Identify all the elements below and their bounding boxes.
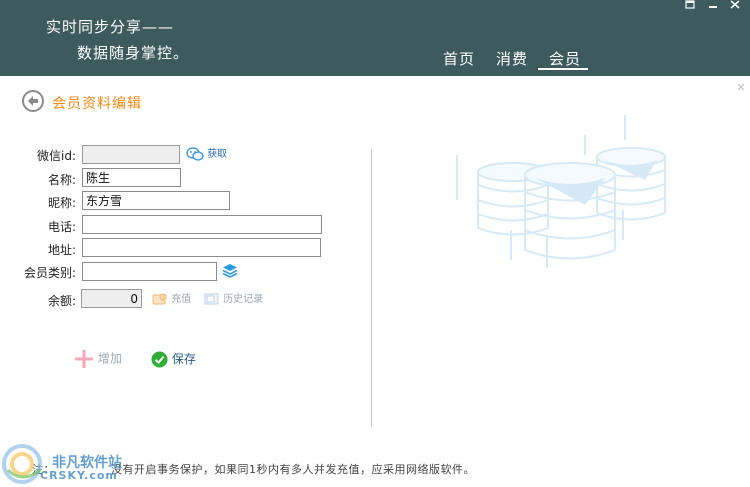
slogan-line1: 实时同步分享—— bbox=[46, 18, 175, 36]
history-button[interactable]: 历史记录 bbox=[204, 290, 263, 306]
plus-icon bbox=[75, 350, 93, 368]
name-label: 名称: bbox=[47, 173, 76, 187]
nav-member[interactable]: 会员 bbox=[549, 48, 581, 69]
fetch-wechat-button[interactable]: 获取 bbox=[186, 145, 227, 161]
phone-label: 电话: bbox=[47, 220, 76, 234]
close-icon[interactable] bbox=[728, 0, 742, 10]
page-title: 会员资料编辑 bbox=[52, 96, 142, 112]
minimize-icon[interactable] bbox=[706, 0, 720, 10]
wechat-icon bbox=[186, 147, 204, 161]
check-circle-icon bbox=[151, 351, 168, 368]
address-field[interactable] bbox=[82, 238, 321, 257]
recharge-button[interactable]: 充值 bbox=[152, 290, 191, 306]
address-label: 地址: bbox=[47, 243, 76, 257]
back-button[interactable] bbox=[22, 90, 44, 112]
recharge-label: 充值 bbox=[171, 294, 192, 305]
footer-note-text: 没有开启事务保护，如果同1秒内有多人并发充值，应采用网络版软件。 bbox=[111, 463, 475, 476]
wechat-id-field[interactable] bbox=[82, 145, 180, 164]
member-type-picker-button[interactable] bbox=[221, 262, 239, 283]
nav-home[interactable]: 首页 bbox=[443, 48, 475, 69]
history-icon bbox=[204, 293, 219, 305]
app-header: 实时同步分享—— 数据随身掌控。 首页 消费 会员 bbox=[0, 0, 750, 76]
balance-field[interactable] bbox=[81, 289, 142, 308]
save-button[interactable]: 保存 bbox=[151, 350, 196, 368]
nickname-field[interactable] bbox=[82, 191, 230, 210]
database-illustration-icon bbox=[456, 115, 666, 268]
restore-icon[interactable] bbox=[683, 0, 697, 10]
phone-field[interactable] bbox=[82, 215, 322, 234]
slogan-line2: 数据随身掌控。 bbox=[77, 44, 190, 62]
panel-close-icon[interactable] bbox=[737, 80, 745, 91]
name-field[interactable] bbox=[82, 168, 181, 187]
history-label: 历史记录 bbox=[223, 294, 264, 305]
wechat-id-label: 微信id: bbox=[37, 149, 76, 163]
member-type-label: 会员类别: bbox=[23, 266, 76, 280]
nav-active-indicator bbox=[538, 68, 588, 70]
add-button[interactable]: 增加 bbox=[74, 349, 122, 369]
layers-icon bbox=[222, 264, 238, 278]
vertical-divider bbox=[371, 150, 372, 426]
wallet-icon bbox=[152, 293, 167, 305]
nickname-label: 昵称: bbox=[47, 196, 76, 210]
member-type-field[interactable] bbox=[82, 262, 217, 281]
watermark-en: CRSKY.com bbox=[40, 469, 118, 482]
arrow-left-icon bbox=[28, 96, 38, 106]
fetch-label: 获取 bbox=[207, 149, 228, 160]
balance-label: 余额: bbox=[47, 294, 76, 308]
add-label: 增加 bbox=[97, 351, 122, 366]
save-label: 保存 bbox=[171, 352, 196, 366]
nav-consume[interactable]: 消费 bbox=[496, 48, 528, 69]
